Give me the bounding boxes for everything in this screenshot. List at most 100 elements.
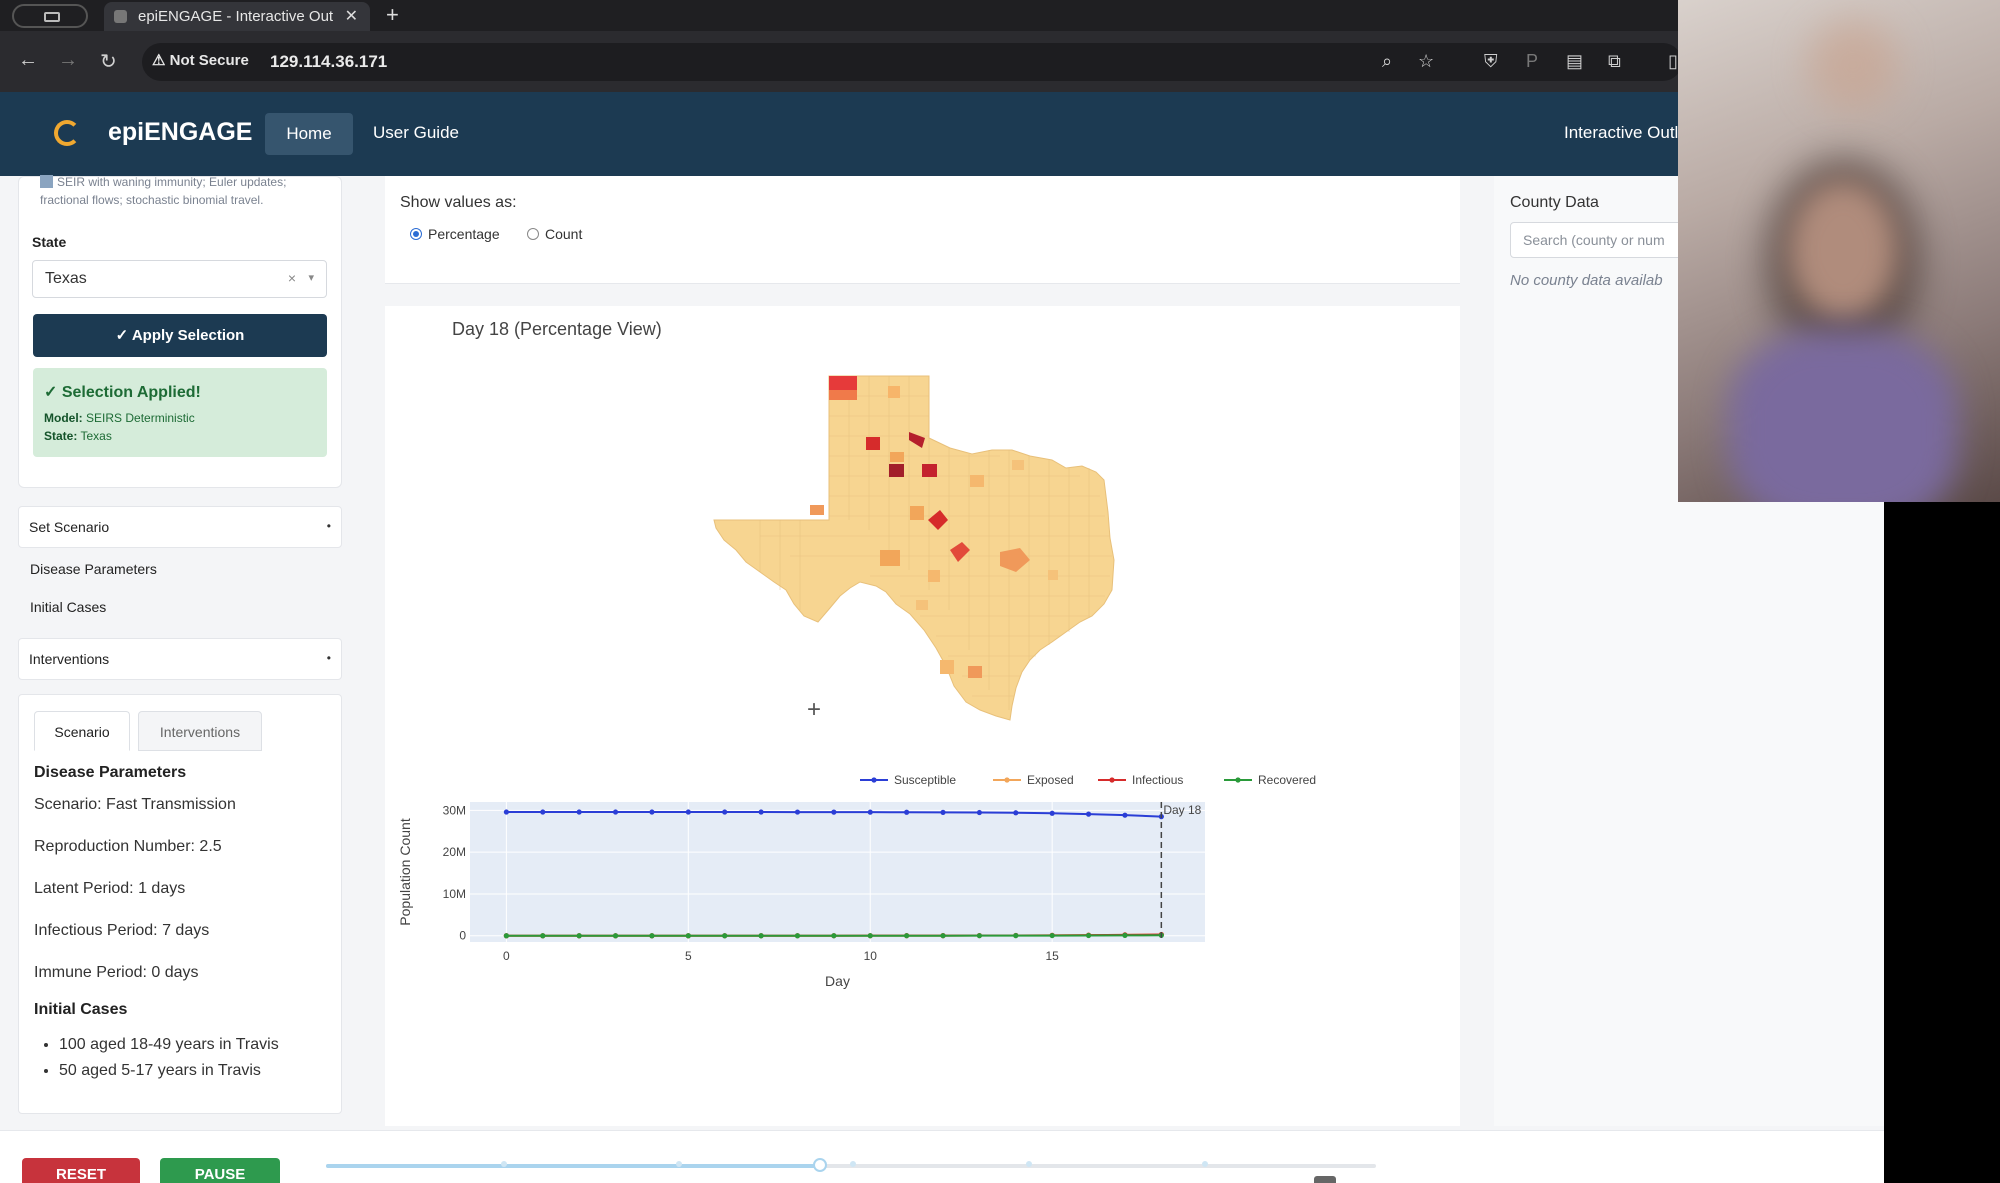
slider-tick [1026,1161,1032,1167]
y-tick-label: 0 [459,929,466,943]
data-point-recovered [685,933,691,939]
address-bar[interactable]: ⚠ Not Secure 129.114.36.171 ⌕ ☆ [142,43,1682,81]
browser-tab[interactable]: epiENGAGE - Interactive Outl ✕ [104,2,370,31]
legend-marker-susceptible [871,777,877,783]
extensions-puzzle-icon[interactable]: ⧉ [1608,51,1621,72]
nav-user-guide[interactable]: User Guide [373,123,459,143]
data-point-recovered [612,933,619,939]
data-point-susceptible [1122,812,1128,818]
data-point-recovered [867,933,873,939]
secondary-slider-handle[interactable] [1314,1176,1336,1183]
brand-name[interactable]: epiENGAGE [108,118,252,147]
radio-unselected-icon[interactable] [527,228,539,240]
texas-state-shape[interactable] [713,375,1115,721]
tab-interventions[interactable]: Interventions [138,711,262,751]
tab-title: epiENGAGE - Interactive Outl [138,8,334,25]
new-tab-button[interactable]: + [386,2,399,28]
chevron-down-icon[interactable]: ▾ [308,271,314,284]
data-point-susceptible [940,809,946,815]
data-point-recovered [503,933,509,939]
interventions-accordion[interactable]: Interventions • [18,638,342,680]
day-slider[interactable] [326,1158,1376,1183]
data-point-susceptible [540,809,546,815]
scenario-value: Scenario: Fast Transmission [34,796,236,813]
plot-area [470,802,1205,942]
forward-arrow-icon[interactable]: → [58,49,78,72]
data-point-susceptible [794,809,801,815]
set-scenario-accordion[interactable]: Set Scenario • [18,506,342,548]
radio-count-label: Count [545,226,583,242]
initial-cases-link[interactable]: Initial Cases [30,599,106,615]
close-tab-icon[interactable]: ✕ [345,6,358,26]
current-day-label: Day 18 [1163,803,1201,817]
y-tick-label: 30M [443,803,466,817]
data-point-recovered [794,933,801,939]
scenario-summary-card: Scenario Interventions Disease Parameter… [18,694,342,1114]
radio-percentage[interactable]: Percentage [410,226,500,242]
back-arrow-icon[interactable]: ← [18,49,38,72]
zoom-icon[interactable]: ⌕ [1382,51,1392,72]
data-point-susceptible [722,809,728,815]
tab-overview-button[interactable] [12,4,88,28]
browser-window: epiENGAGE - Interactive Outl ✕ + ← → ↻ ⚠… [0,0,1884,1183]
accordion-toggle-icon[interactable]: • [327,519,331,533]
extension-p-icon[interactable]: P [1526,51,1538,72]
slider-tick [850,1161,856,1167]
state-select[interactable]: Texas × ▾ [32,260,327,298]
slider-tick [1202,1161,1208,1167]
data-point-susceptible [867,809,873,815]
y-axis-label: Population Count [397,818,413,926]
data-point-recovered [576,933,582,939]
data-point-susceptible [758,809,764,815]
url-text[interactable]: 129.114.36.171 [270,52,387,72]
accordion-toggle-icon[interactable]: • [327,651,331,665]
pause-button[interactable]: PAUSE [160,1158,280,1183]
legend-marker-recovered [1235,777,1241,783]
applied-state-key: State: [44,429,78,443]
reload-icon[interactable]: ↻ [100,49,117,74]
x-tick-label: 10 [864,949,878,963]
not-secure-badge[interactable]: ⚠ Not Secure [152,51,249,69]
data-point-recovered [1013,933,1019,939]
day-slider-fill [326,1164,820,1168]
y-tick-label: 20M [443,845,466,859]
apply-selection-button[interactable]: ✓ Apply Selection [33,314,327,357]
latent-period: Latent Period: 1 days [34,880,186,897]
data-point-recovered [758,933,764,939]
data-point-recovered [831,933,837,939]
x-tick-label: 0 [503,949,510,963]
data-point-recovered [722,933,728,939]
disease-parameters-link[interactable]: Disease Parameters [30,561,157,577]
data-point-recovered [1049,932,1055,939]
data-point-recovered [1085,932,1092,939]
legend-label-recovered: Recovered [1258,773,1316,787]
data-point-recovered [976,933,983,939]
set-scenario-title: Set Scenario [29,519,110,535]
day-slider-handle[interactable] [812,1158,827,1172]
extension-icon[interactable]: ⛨ [1484,51,1498,72]
selection-applied-heading: ✓ Selection Applied! [44,384,201,401]
bookmark-star-icon[interactable]: ☆ [1418,51,1434,72]
data-point-susceptible [976,809,983,816]
infectious-period: Infectious Period: 7 days [34,922,210,939]
radio-count[interactable]: Count [527,226,582,242]
radio-selected-icon[interactable] [410,228,422,240]
data-point-susceptible [685,809,691,815]
reading-list-icon[interactable]: ▤ [1566,51,1583,72]
nav-interactive-outbreak[interactable]: Interactive Outl [1564,123,1678,143]
legend-marker-infectious [1109,777,1115,783]
seir-line-chart[interactable]: 0 5 10 15 0 10M 20M 30M Day Population Count Day 1… [395,760,1425,1030]
data-point-susceptible [576,809,582,815]
reset-button[interactable]: RESET [22,1158,140,1183]
data-point-susceptible [612,809,619,815]
x-axis-label: Day [825,973,850,989]
legend-marker-exposed [1004,777,1010,783]
map-title: Day 18 (Percentage View) [452,319,662,339]
nav-home[interactable]: Home [265,113,353,155]
info-icon [40,175,53,188]
clear-selection-icon[interactable]: × [288,270,296,286]
tab-scenario[interactable]: Scenario [34,711,130,751]
side-panel-icon[interactable]: ▯ [1668,51,1678,72]
reproduction-number: Reproduction Number: 2.5 [34,838,222,855]
texas-choropleth-map[interactable] [700,360,1150,730]
